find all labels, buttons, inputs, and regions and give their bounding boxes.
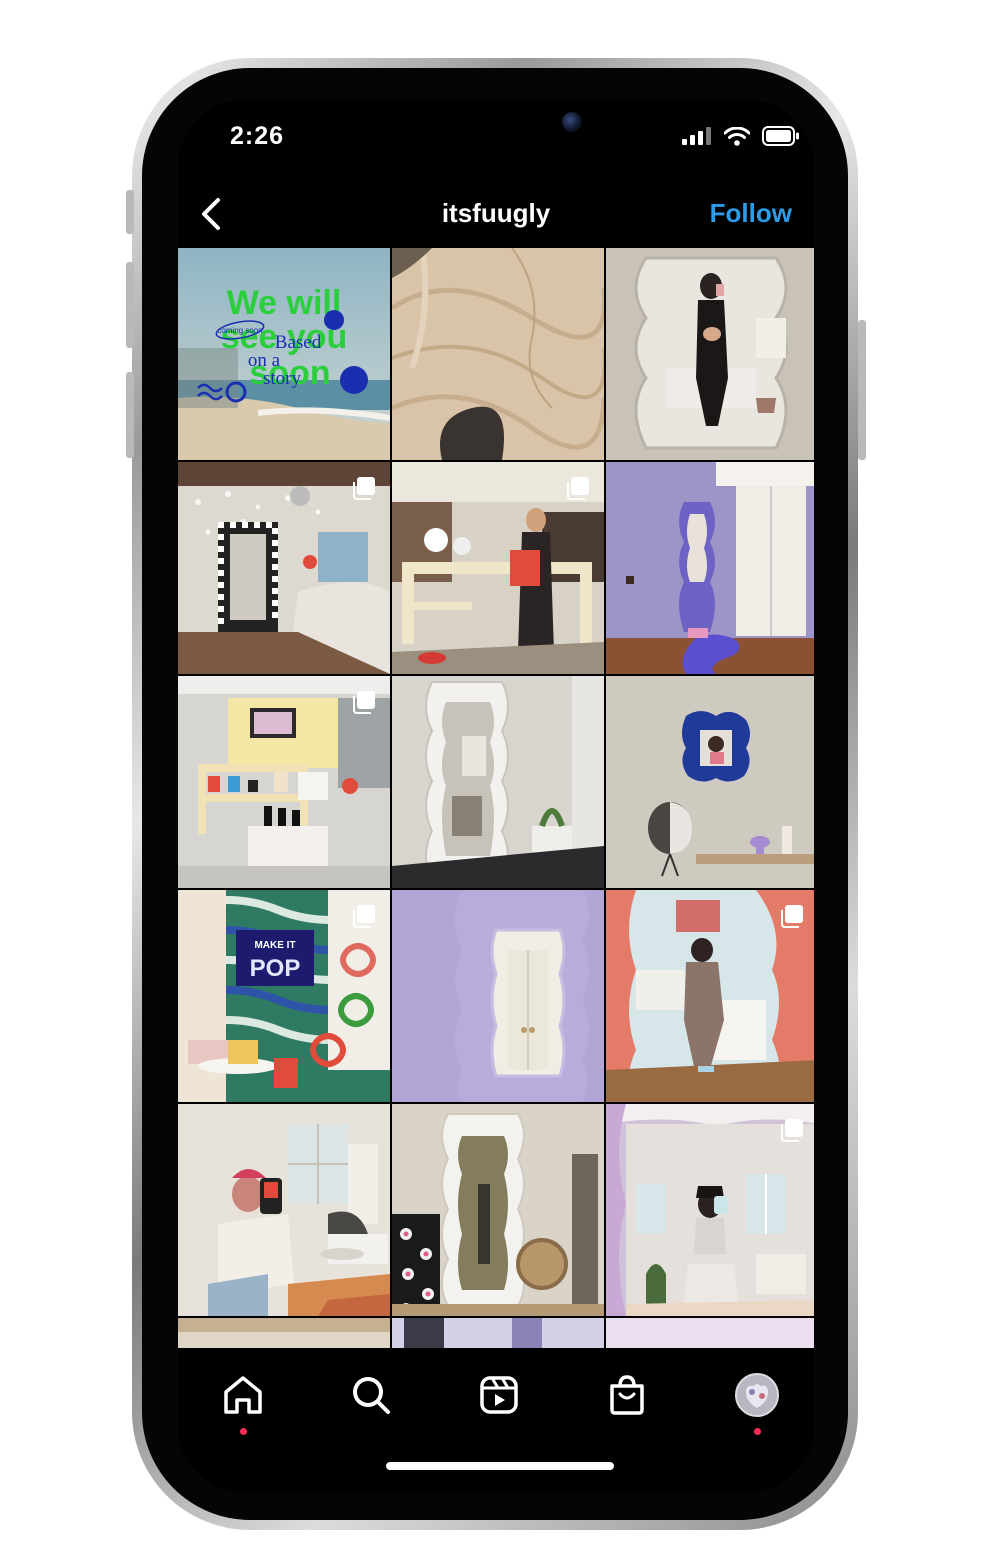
post-thumbnail (606, 248, 814, 460)
battery-icon (762, 126, 799, 146)
nav-search[interactable] (346, 1370, 396, 1420)
reels-icon (480, 1376, 518, 1414)
nav-reels[interactable] (474, 1370, 524, 1420)
post-tile-partial-1[interactable] (178, 1318, 390, 1348)
home-indicator[interactable] (386, 1462, 614, 1470)
home-icon (224, 1376, 262, 1414)
volume-down-button (126, 372, 134, 458)
post-tile-partial-2[interactable] (392, 1318, 604, 1348)
post-thumbnail (606, 462, 814, 674)
post-tile-wood-texture[interactable] (392, 248, 604, 460)
post-thumbnail (178, 1104, 390, 1316)
carousel-icon (353, 905, 375, 928)
nav-home[interactable] (218, 1370, 268, 1420)
power-button (858, 320, 866, 460)
carousel-icon (353, 691, 375, 714)
profile-avatar (735, 1373, 779, 1417)
post-thumbnail (392, 1318, 604, 1348)
graphic-overlay-line3: story (263, 368, 302, 389)
home-activity-dot (240, 1428, 247, 1435)
post-grid[interactable]: We will see you soon Based on a story co… (178, 248, 814, 1348)
post-tile-coming-soon-graphic[interactable]: We will see you soon Based on a story co… (178, 248, 390, 460)
post-tile-blue-frame-wall[interactable] (606, 676, 814, 888)
phone-screen: 2:26 itsfuugly Follow We will see you so… (178, 100, 814, 1492)
post-tile-checker-mirror-room[interactable] (178, 462, 390, 674)
status-icons (682, 126, 800, 146)
search-icon (353, 1377, 390, 1414)
post-thumbnail (392, 1104, 604, 1316)
post-tile-popup-store[interactable]: MAKE IT POP (178, 890, 390, 1102)
cellular-signal-icon (682, 127, 711, 145)
post-tile-white-mirror-flowers[interactable] (392, 1104, 604, 1316)
shop-icon (610, 1375, 644, 1415)
post-thumbnail (178, 1318, 390, 1348)
carousel-icon (567, 477, 589, 500)
silent-switch (126, 190, 134, 234)
post-tile-pink-room-selfie[interactable] (606, 1104, 814, 1316)
post-tile-white-wavy-mirror[interactable] (392, 676, 604, 888)
graphic-headline-line1: We will (227, 284, 342, 322)
post-thumbnail (392, 676, 604, 888)
front-camera (562, 112, 582, 132)
graphic-overlay-line1: Based (275, 332, 322, 353)
post-tile-store-person[interactable] (392, 462, 604, 674)
post-thumbnail (606, 1318, 814, 1348)
graphic-stamp: coming soon (217, 326, 262, 335)
carousel-icon (781, 1119, 803, 1142)
post-tile-purple-room-mirror[interactable] (606, 462, 814, 674)
post-tile-lilac-mirror[interactable] (392, 890, 604, 1102)
follow-button[interactable]: Follow (710, 198, 792, 229)
volume-up-button (126, 262, 134, 348)
wifi-icon (724, 126, 750, 146)
carousel-icon (781, 905, 803, 928)
profile-activity-dot (754, 1428, 761, 1435)
post-tile-pink-mirror-girl[interactable] (606, 890, 814, 1102)
carousel-icon (353, 477, 375, 500)
post-tile-partial-3[interactable] (606, 1318, 814, 1348)
post-thumbnail (606, 676, 814, 888)
bottom-nav (178, 1348, 814, 1492)
post-tile-store-display[interactable] (178, 676, 390, 888)
popup-sign-line2: POP (250, 955, 301, 982)
nav-profile[interactable] (732, 1370, 782, 1420)
post-thumbnail: We will see you soon Based on a story co… (178, 248, 390, 460)
status-time: 2:26 (230, 122, 285, 150)
post-tile-phone-selfie[interactable] (178, 1104, 390, 1316)
notch (318, 100, 542, 154)
popup-sign-line1: MAKE IT (254, 940, 295, 951)
post-tile-mirror-selfie[interactable] (606, 248, 814, 460)
nav-shop[interactable] (602, 1370, 652, 1420)
post-thumbnail (392, 890, 604, 1102)
post-thumbnail (392, 248, 604, 460)
